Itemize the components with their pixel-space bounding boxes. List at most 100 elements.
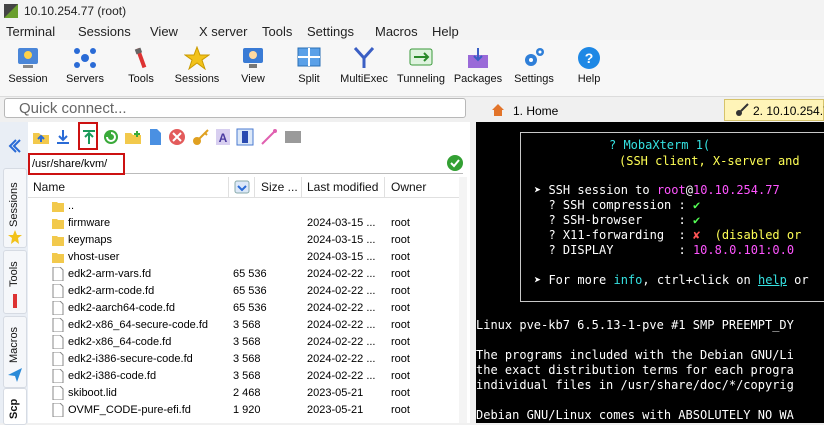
table-row[interactable]: edk2-arm-code.fd 65 536 2024-02-22 ... root [28, 283, 460, 300]
table-row[interactable]: OVMF_CODE-pure-efi.fd 1 920 2023-05-21 root [28, 402, 460, 419]
file-name: skiboot.lid [68, 387, 117, 399]
file-modified: 2023-05-21 [307, 404, 364, 416]
menu-terminal[interactable]: Terminal [6, 24, 55, 39]
gear-icon [525, 48, 544, 66]
settings-button[interactable]: Settings [510, 42, 558, 94]
menu-help[interactable]: Help [432, 24, 459, 39]
new-file-icon[interactable] [146, 128, 164, 146]
table-row[interactable]: edk2-i386-secure-code.fd 3 568 2024-02-22 … [28, 351, 460, 368]
table-row[interactable]: firmware 2024-03-15 ... root [28, 215, 460, 232]
table-row[interactable]: edk2-x86_64-code.fd 3 568 2024-02-22 ... ro… [28, 334, 460, 351]
table-row[interactable]: edk2-i386-code.fd 3 568 2024-02-22 ... root [28, 368, 460, 385]
help-label: Help [577, 73, 601, 85]
packages-button[interactable]: Packages [452, 42, 504, 94]
tab-session-active[interactable]: 2. 10.10.254.77 [724, 99, 824, 121]
text-editor-icon[interactable]: A [214, 128, 232, 146]
file-size: 1 920 [233, 404, 261, 416]
file-owner: root [391, 353, 410, 365]
menu-settings[interactable]: Settings [307, 24, 354, 39]
table-row[interactable]: vhost-user 2024-03-15 ... root [28, 249, 460, 266]
tab-sessions-label: Sessions [8, 182, 20, 227]
file-icon [52, 403, 64, 417]
path-input[interactable]: /usr/share/kvm/ [28, 153, 125, 175]
file-owner: root [391, 370, 410, 382]
file-size: 3 568 [233, 353, 261, 365]
view-button[interactable]: View [230, 42, 276, 94]
multiexec-button[interactable]: MultiExec [338, 42, 390, 94]
column-owner[interactable]: Owner [391, 180, 426, 194]
file-size: 65 536 [233, 302, 267, 314]
table-row[interactable]: .. [28, 198, 460, 215]
tab-home[interactable]: 1. Home [483, 99, 719, 121]
split-button[interactable]: Split [286, 42, 332, 94]
terminal-line: individual files in /usr/share/doc/*/cop… [476, 378, 794, 392]
servers-icon [74, 48, 96, 68]
path-input-field[interactable] [125, 155, 463, 174]
tools-icon [13, 294, 17, 308]
file-modified: 2024-02-22 ... [307, 370, 376, 382]
settings-label: Settings [514, 73, 554, 85]
help-button[interactable]: ? Help [566, 42, 612, 94]
file-owner: root [391, 404, 410, 416]
column-size[interactable]: Size ... [261, 180, 298, 194]
file-name: edk2-i386-code.fd [68, 370, 157, 382]
servers-button[interactable]: Servers [60, 42, 110, 94]
menu-sessions[interactable]: Sessions [78, 24, 131, 39]
split-icon [297, 47, 321, 67]
view-toggle-icon[interactable] [236, 128, 254, 146]
tab-scp[interactable]: Scp [3, 388, 27, 425]
table-row[interactable]: edk2-x86_64-secure-code.fd 3 568 2024-02-2… [28, 317, 460, 334]
sessions-button[interactable]: Sessions [172, 42, 222, 94]
table-row[interactable]: edk2-aarch64-code.fd 65 536 2024-02-22 ...… [28, 300, 460, 317]
window-title: 10.10.254.77 (root) [24, 4, 127, 18]
file-name: edk2-arm-code.fd [68, 285, 155, 297]
menu-tools[interactable]: Tools [262, 24, 292, 39]
path-confirm-icon[interactable] [447, 155, 463, 171]
parent-folder-icon[interactable] [32, 128, 50, 146]
quick-connect-input[interactable]: Quick connect... [4, 98, 466, 118]
session-button[interactable]: Session [4, 42, 52, 94]
file-name: edk2-aarch64-code.fd [68, 302, 176, 314]
file-icon [52, 284, 64, 298]
key-icon[interactable] [192, 128, 210, 146]
menu-macros[interactable]: Macros [375, 24, 418, 39]
column-name[interactable]: Name [33, 180, 65, 194]
sort-icon[interactable] [234, 179, 250, 195]
table-row[interactable]: edk2-arm-vars.fd 65 536 2024-02-22 ... root [28, 266, 460, 283]
file-modified: 2024-02-22 ... [307, 353, 376, 365]
column-modified[interactable]: Last modified [307, 180, 378, 194]
menu-view[interactable]: View [150, 24, 178, 39]
file-owner: root [391, 268, 410, 280]
tab-home-label: 1. Home [513, 104, 559, 118]
tab-macros[interactable]: Macros [3, 316, 27, 388]
tab-sessions[interactable]: Sessions [3, 168, 27, 248]
new-folder-icon[interactable] [124, 128, 142, 146]
tools-button[interactable]: Tools [118, 42, 164, 94]
home-icon [492, 104, 504, 116]
file-size: 3 568 [233, 370, 261, 382]
file-icon [52, 369, 64, 383]
session-label: Session [8, 73, 48, 85]
tab-tools-label: Tools [8, 261, 20, 287]
svg-text:?: ? [585, 50, 594, 66]
file-icon [52, 267, 64, 281]
refresh-icon[interactable] [102, 128, 120, 146]
file-owner: root [391, 302, 410, 314]
download-icon[interactable] [54, 128, 72, 146]
table-row[interactable]: keymaps 2024-03-15 ... root [28, 232, 460, 249]
terminal-follow-icon[interactable] [284, 128, 302, 146]
tunneling-button[interactable]: Tunneling [394, 42, 448, 94]
welcome-banner-frame [520, 132, 824, 302]
table-row[interactable]: skiboot.lid 2 468 2023-05-21 root [28, 385, 460, 402]
file-owner: root [391, 234, 410, 246]
column-divider [254, 177, 255, 197]
collapse-arrow-icon[interactable] [6, 138, 22, 154]
wand-icon[interactable] [260, 128, 278, 146]
file-list-scrollbar[interactable] [459, 177, 467, 423]
tab-tools[interactable]: Tools [3, 250, 27, 314]
tunneling-label: Tunneling [397, 73, 445, 85]
file-size: 65 536 [233, 285, 267, 297]
help-icon: ? [578, 47, 600, 69]
delete-icon[interactable] [168, 128, 186, 146]
menu-x-server[interactable]: X server [199, 24, 247, 39]
